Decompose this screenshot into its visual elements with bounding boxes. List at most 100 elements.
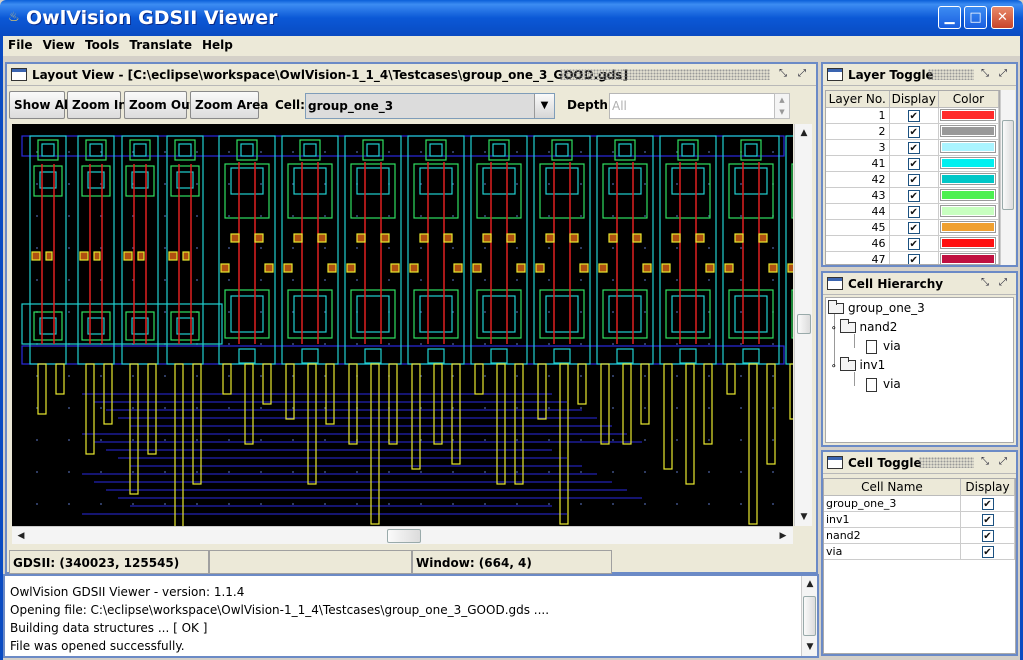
zoom-out-button[interactable]: Zoom Out [124,91,195,119]
cell-display-checkbox[interactable]: ✔ [981,497,994,510]
layer-row[interactable]: 41 ✔ [826,155,999,172]
metal-strap [370,363,380,525]
layer-color-swatch[interactable] [940,125,997,137]
via-contact [488,139,510,161]
depth-spinner[interactable]: ▲ ▼ [774,93,790,119]
layer-color-swatch[interactable] [940,173,997,185]
layer-row[interactable]: 3 ✔ [826,139,999,156]
metal-pad [695,233,705,243]
tree-node-nand2-via[interactable]: via [866,339,901,354]
layer-display-checkbox[interactable]: ✔ [907,125,920,138]
zoom-area-button[interactable]: Zoom Area [190,91,268,119]
layout-view-titlebar[interactable]: Layout View - [C:\eclipse\workspace\OwlV… [7,64,816,86]
tree-node-root[interactable]: group_one_3 [828,300,925,315]
cell-display-checkbox[interactable]: ✔ [981,545,994,558]
layer-display-checkbox[interactable]: ✔ [907,109,920,122]
layer-row[interactable]: 46 ✔ [826,235,999,252]
layer-color-swatch[interactable] [940,237,997,249]
cell-select[interactable]: group_one_3 ▼ [305,93,555,119]
column-header-display[interactable]: Display [889,91,939,108]
maximize-icon[interactable]: ⤢ [795,67,809,81]
menu-file[interactable]: File [3,36,38,52]
scroll-right-arrow-icon[interactable]: ▶ [776,529,790,543]
layer-display-checkbox[interactable]: ✔ [907,237,920,250]
layout-view-frame: Layout View - [C:\eclipse\workspace\OwlV… [5,62,843,576]
scroll-left-arrow-icon[interactable]: ◀ [14,529,28,543]
menu-translate[interactable]: Translate [124,36,197,52]
layer-color-swatch[interactable] [940,221,997,233]
cell-display-checkbox[interactable]: ✔ [981,529,994,542]
layer-display-checkbox[interactable]: ✔ [907,221,920,234]
maximize-button[interactable]: □ [964,6,987,29]
scroll-thumb[interactable] [803,596,816,636]
layer-display-checkbox[interactable]: ✔ [907,253,920,264]
scroll-up-arrow-icon[interactable]: ▲ [797,126,811,140]
close-button[interactable]: ✕ [991,6,1014,29]
expand-handle-icon[interactable]: ⚬ [830,362,838,372]
layer-color-swatch[interactable] [940,141,997,153]
column-header-display[interactable]: Display [960,479,1015,496]
minimize-button[interactable]: ▁ [938,6,961,29]
layer-row[interactable]: 47 ✔ [826,251,999,264]
layer-toggle-titlebar[interactable]: Layer Toggle ⤡ ⤢ [823,64,1016,86]
depth-input[interactable]: All [609,93,775,119]
cell-row[interactable]: via ✔ [824,543,1015,560]
layer-display-checkbox[interactable]: ✔ [907,189,920,202]
scroll-up-arrow-icon[interactable]: ▲ [803,577,817,591]
zoom-in-button[interactable]: Zoom In [67,91,127,119]
layer-row[interactable]: 43 ✔ [826,187,999,204]
layer-color-swatch[interactable] [940,205,997,217]
menu-view[interactable]: View [38,36,80,52]
canvas-horizontal-scrollbar[interactable]: ◀ ▶ [12,526,793,544]
layer-row[interactable]: 1 ✔ [826,107,999,124]
expand-handle-icon[interactable]: ⚬ [830,324,838,334]
layer-row[interactable]: 45 ✔ [826,219,999,236]
tree-node-nand2[interactable]: ⚬ nand2 [830,319,897,334]
maximize-icon[interactable]: ⤢ [996,67,1010,81]
cell-display-checkbox[interactable]: ✔ [981,513,994,526]
window-titlebar[interactable]: ♨ OwlVision GDSII Viewer ▁ □ ✕ [0,0,1023,36]
layout-canvas[interactable] [12,124,843,535]
restore-icon[interactable]: ⤡ [978,67,992,81]
column-header-layer[interactable]: Layer No. [826,91,890,108]
restore-icon[interactable]: ⤡ [978,276,992,290]
layer-color-swatch[interactable] [940,157,997,169]
maximize-icon[interactable]: ⤢ [996,276,1010,290]
layer-color-swatch[interactable] [940,253,997,264]
maximize-icon[interactable]: ⤢ [996,455,1010,469]
menu-tools[interactable]: Tools [80,36,124,52]
layer-row[interactable]: 2 ✔ [826,123,999,140]
show-all-button[interactable]: Show All [9,91,72,119]
layer-color-swatch[interactable] [940,109,997,121]
layer-display-checkbox[interactable]: ✔ [907,173,920,186]
layer-display-checkbox[interactable]: ✔ [907,205,920,218]
layer-table-scrollbar[interactable] [1000,90,1015,265]
scroll-down-arrow-icon[interactable]: ▼ [803,640,817,654]
tree-node-inv1[interactable]: ⚬ inv1 [830,357,885,372]
scroll-thumb[interactable] [387,529,421,543]
restore-icon[interactable]: ⤡ [978,455,992,469]
tree-node-inv1-via[interactable]: via [866,377,901,392]
layer-color-swatch[interactable] [940,189,997,201]
canvas-vertical-scrollbar[interactable]: ▲ ▼ [794,124,812,526]
restore-icon[interactable]: ⤡ [776,67,790,81]
scroll-thumb[interactable] [797,314,811,334]
layer-display-checkbox[interactable]: ✔ [907,157,920,170]
cell-row[interactable]: inv1 ✔ [824,511,1015,528]
scroll-down-arrow-icon[interactable]: ▼ [797,510,811,524]
layout-status-bar: GDSII: (340023, 125545) Window: (664, 4) [7,548,816,576]
scroll-thumb[interactable] [1002,120,1014,210]
cell-row[interactable]: group_one_3 ✔ [824,495,1015,512]
column-header-cell-name[interactable]: Cell Name [824,479,961,496]
log-console[interactable]: OwlVision GDSII Viewer - version: 1.1.4 … [3,574,819,658]
log-scrollbar[interactable]: ▲ ▼ [801,576,817,656]
layer-display-checkbox[interactable]: ✔ [907,141,920,154]
cell-toggle-titlebar[interactable]: Cell Toggle ⤡ ⤢ [823,452,1016,474]
column-header-color[interactable]: Color [938,91,999,108]
layer-row[interactable]: 44 ✔ [826,203,999,220]
layer-row[interactable]: 42 ✔ [826,171,999,188]
cell-hierarchy-titlebar[interactable]: Cell Hierarchy ⤡ ⤢ [823,273,1016,295]
chevron-down-icon[interactable]: ▼ [534,94,554,118]
cell-row[interactable]: nand2 ✔ [824,527,1015,544]
menu-help[interactable]: Help [197,36,238,52]
